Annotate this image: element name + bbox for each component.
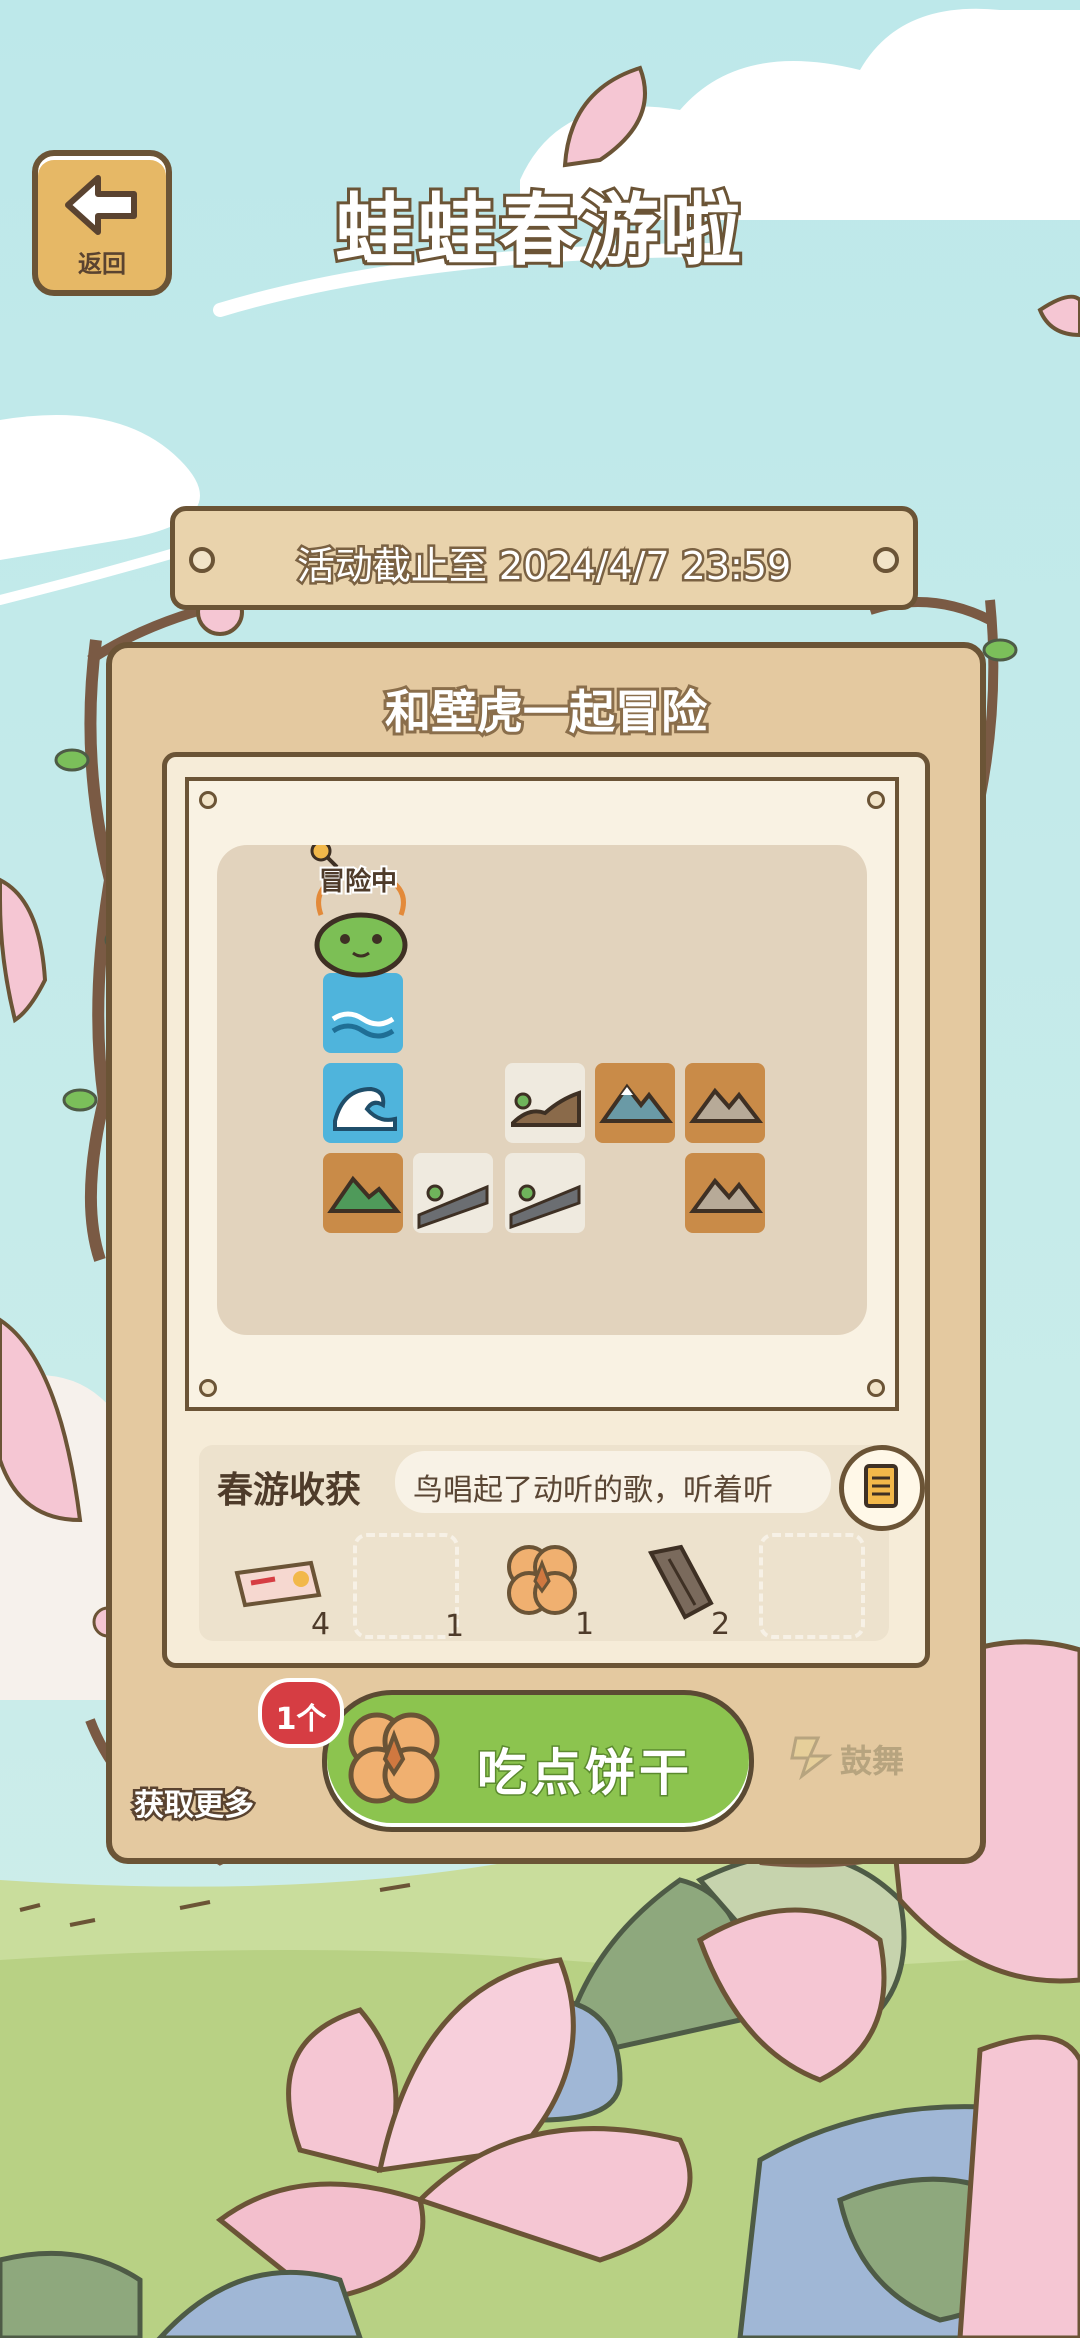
biscuit-icon bbox=[348, 1712, 440, 1804]
harvest-item-ticket[interactable]: 4 bbox=[225, 1533, 331, 1642]
harvest-message: 鸟唱起了动听的歌，听着听 bbox=[413, 1473, 773, 1508]
inner-panel: 冒险中 春游收获 鸟唱起了动听的歌，听着听 4 1 1 2 bbox=[162, 752, 930, 1668]
wave-icon bbox=[333, 1086, 397, 1131]
status-tag: 冒险中 bbox=[317, 865, 399, 899]
game-scene: 蛙蛙春游啦 返回 活动截止至 2024/4/7 23:59 和壁虎一起冒险 冒险… bbox=[0, 0, 1080, 2338]
cliff-icon bbox=[511, 1090, 581, 1127]
mountain-icon bbox=[599, 1083, 674, 1123]
drum-icon bbox=[790, 1736, 833, 1780]
pin-icon bbox=[867, 1379, 885, 1397]
harvest-item-empty bbox=[759, 1533, 865, 1639]
adventure-board: 和壁虎一起冒险 冒险中 春游收获 鸟唱起了动听的歌，听着听 4 1 1 2 bbox=[106, 642, 986, 1864]
biscuit-count: 1个 bbox=[275, 1702, 327, 1737]
scroll-icon bbox=[864, 1464, 898, 1508]
eat-button-label: 吃点饼干 bbox=[476, 1743, 693, 1804]
pin-icon bbox=[867, 791, 885, 809]
harvest-item-empty: 1 bbox=[353, 1533, 464, 1644]
pin-icon bbox=[199, 1379, 217, 1397]
hill-icon bbox=[327, 1175, 402, 1213]
adventure-map: 冒险中 bbox=[217, 845, 867, 1335]
map-tile-road bbox=[505, 1153, 585, 1233]
mountain-icon bbox=[689, 1177, 764, 1213]
deadline-banner: 活动截止至 2024/4/7 23:59 bbox=[170, 506, 918, 610]
item-count: 2 bbox=[711, 1607, 731, 1642]
map-tile-rock-mountain bbox=[685, 1063, 765, 1143]
map-tile-snow-mountain bbox=[595, 1063, 675, 1143]
get-more-link[interactable]: 获取更多 bbox=[132, 1780, 257, 1826]
eat-biscuit-button[interactable]: 吃点饼干 bbox=[322, 1690, 754, 1832]
log-button[interactable] bbox=[839, 1445, 925, 1531]
map-tile-water bbox=[323, 973, 403, 1053]
mountain-icon bbox=[689, 1087, 764, 1123]
item-count: 1 bbox=[445, 1609, 465, 1644]
cheer-label: 鼓舞 bbox=[840, 1742, 905, 1780]
road-icon bbox=[509, 1184, 581, 1230]
map-tile-wave bbox=[323, 1063, 403, 1143]
item-count: 4 bbox=[311, 1607, 331, 1642]
harvest-panel: 春游收获 鸟唱起了动听的歌，听着听 4 1 1 2 bbox=[199, 1445, 925, 1644]
road-icon bbox=[417, 1184, 489, 1230]
map-tile-green-hill bbox=[323, 1153, 403, 1233]
deadline-text: 活动截止至 2024/4/7 23:59 bbox=[294, 542, 793, 591]
back-arrow-icon bbox=[65, 175, 137, 235]
item-count: 1 bbox=[575, 1607, 595, 1642]
harvest-label: 春游收获 bbox=[217, 1470, 362, 1511]
water-icon bbox=[331, 1011, 395, 1039]
map-paper: 冒险中 bbox=[185, 777, 899, 1411]
harvest-item-biscuit[interactable]: 1 bbox=[489, 1533, 595, 1642]
board-title: 和壁虎一起冒险 bbox=[382, 682, 710, 742]
pin-icon bbox=[199, 791, 217, 809]
map-tile-road bbox=[413, 1153, 493, 1233]
harvest-message-box: 鸟唱起了动听的歌，听着听 bbox=[395, 1451, 831, 1513]
cheer-button[interactable]: 鼓舞 bbox=[788, 1724, 928, 1784]
map-tile-rock-mountain bbox=[685, 1153, 765, 1233]
biscuit-count-badge: 1个 bbox=[258, 1678, 344, 1748]
harvest-item-bark[interactable]: 2 bbox=[625, 1533, 731, 1642]
back-label: 返回 bbox=[78, 250, 126, 278]
map-tile-cliff bbox=[505, 1063, 585, 1143]
back-button[interactable]: 返回 bbox=[32, 150, 172, 296]
